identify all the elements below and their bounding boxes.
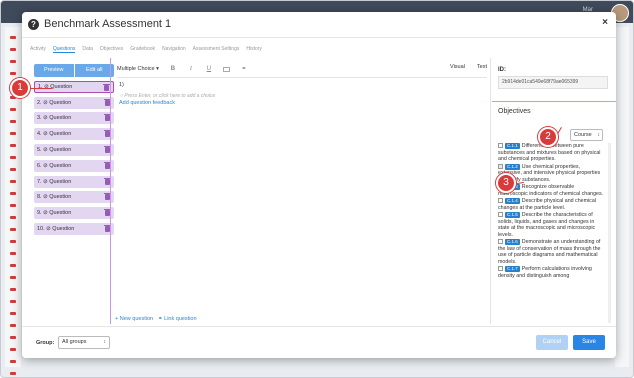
help-icon[interactable]: ?	[28, 19, 39, 30]
bold-icon[interactable]: B	[169, 65, 177, 73]
tab-visual[interactable]: Visual	[450, 64, 465, 70]
question-label: 6. ⊘ Question	[37, 162, 72, 169]
objective-checkbox[interactable]	[498, 163, 503, 169]
objectives-list: C.1.1 Differentiate between pure substanc…	[498, 143, 604, 323]
tab-objectives[interactable]: Objectives	[100, 46, 123, 53]
question-label: 9. ⊘ Question	[37, 210, 72, 217]
question-item[interactable]: 1. ⊘ Question	[34, 80, 114, 93]
objective-checkbox[interactable]	[498, 239, 503, 244]
cancel-button[interactable]: Cancel	[536, 335, 568, 350]
objectives-scrollbar[interactable]	[608, 143, 611, 323]
objective-checkbox[interactable]	[498, 266, 503, 271]
background-list-right	[615, 27, 629, 367]
question-item[interactable]: 2. ⊘ Question	[34, 96, 114, 109]
question-label: 5. ⊘ Question	[37, 146, 72, 153]
objective-checkbox[interactable]	[498, 198, 503, 203]
question-label: 3. ⊘ Question	[37, 115, 72, 122]
objective-code: C.1.1	[505, 143, 520, 149]
question-label: 7. ⊘ Question	[37, 178, 72, 185]
underline-icon[interactable]: U	[205, 65, 213, 73]
question-type-select[interactable]: Multiple Choice ▾	[117, 66, 159, 72]
add-feedback-link[interactable]: Add question feedback	[119, 100, 175, 106]
question-item[interactable]: 9. ⊘ Question	[34, 207, 114, 220]
question-number[interactable]: 1)	[119, 82, 124, 88]
objective-code: C.1.5	[505, 212, 520, 218]
course-select[interactable]: Course	[570, 129, 603, 141]
image-icon[interactable]	[222, 66, 230, 72]
question-label: 2. ⊘ Question	[37, 99, 72, 106]
modal-title: Benchmark Assessment 1	[44, 18, 172, 30]
new-question-link[interactable]: + New question	[115, 316, 153, 322]
tab-text[interactable]: Text	[477, 64, 487, 70]
tab-assessment-settings[interactable]: Assessment Settings	[193, 46, 240, 53]
objective-code: C.1.6	[505, 239, 520, 245]
close-icon[interactable]: ×	[602, 17, 608, 28]
question-list: Preview Edit all 1. ⊘ Question 2. ⊘ Ques…	[34, 64, 114, 235]
modal-footer: Group: All groups Cancel Save	[22, 326, 616, 358]
editor-divider	[117, 77, 487, 78]
question-item[interactable]: 8. ⊘ Question	[34, 191, 114, 204]
trash-icon[interactable]	[103, 83, 110, 91]
callout-badge: 1	[10, 78, 30, 98]
save-button[interactable]: Save	[573, 335, 605, 350]
link-icon[interactable]: ⚭	[240, 65, 248, 73]
tab-activity[interactable]: Activity	[30, 46, 46, 53]
link-question-link[interactable]: ⚭ Link question	[158, 316, 197, 322]
id-field[interactable]: 2b914de01ca549e68f79ae065399	[498, 76, 608, 89]
tab-questions[interactable]: Questions	[52, 46, 76, 53]
objective-checkbox[interactable]	[498, 212, 503, 217]
edit-all-button[interactable]: Edit all	[74, 64, 114, 77]
question-item[interactable]: 6. ⊘ Question	[34, 159, 114, 172]
objectives-title: Objectives	[498, 108, 531, 115]
id-label: ID:	[498, 67, 506, 73]
group-label: Group:	[36, 340, 55, 346]
question-label: 4. ⊘ Question	[37, 131, 72, 138]
assessment-modal: ? Benchmark Assessment 1 × Activity Ques…	[22, 12, 616, 358]
editor-toolbar: Multiple Choice ▾ B I U ⚭ Visual Text	[117, 62, 487, 76]
tab-history[interactable]: History	[246, 46, 262, 53]
objective-item: C.1.4 Describe physical and chemical chan…	[498, 198, 604, 211]
panel-divider	[490, 58, 491, 324]
modal-tabs: Activity Questions Data Objectives Grade…	[30, 46, 262, 53]
question-label: 10. ⊘ Question	[37, 225, 75, 232]
tab-data[interactable]: Data	[82, 46, 93, 53]
objective-item: C.1.6 Demonstrate an understanding of the…	[498, 239, 604, 265]
question-item[interactable]: 5. ⊘ Question	[34, 143, 114, 156]
objective-checkbox[interactable]	[498, 143, 503, 148]
callout-badge: 3	[496, 173, 516, 193]
modal-header: ? Benchmark Assessment 1 ×	[22, 12, 616, 38]
objective-item: C.1.7 Perform calculations involving dens…	[498, 266, 604, 279]
tab-gradebook[interactable]: Gradebook	[130, 46, 155, 53]
callout-badge: 2	[538, 127, 558, 147]
preview-button[interactable]: Preview	[34, 64, 75, 77]
list-divider	[110, 58, 111, 324]
objective-item: C.1.5 Describe the characteristics of sol…	[498, 212, 604, 238]
callout-line	[30, 88, 52, 89]
question-item[interactable]: 4. ⊘ Question	[34, 128, 114, 141]
question-item[interactable]: 7. ⊘ Question	[34, 175, 114, 188]
objective-code: C.1.7	[505, 266, 520, 272]
group-select[interactable]: All groups	[58, 336, 110, 349]
section-divider	[492, 101, 616, 102]
question-item[interactable]: 3. ⊘ Question	[34, 112, 114, 125]
question-label: 8. ⊘ Question	[37, 194, 72, 201]
objective-code: C.1.4	[505, 198, 520, 204]
objective-code: C.1.2	[505, 163, 520, 170]
question-item[interactable]: 10. ⊘ Question	[34, 222, 114, 235]
add-choice-placeholder[interactable]: ○ Press Enter, or click here to add a ch…	[120, 93, 215, 99]
italic-icon[interactable]: I	[187, 65, 195, 73]
tab-navigation[interactable]: Navigation	[162, 46, 186, 53]
